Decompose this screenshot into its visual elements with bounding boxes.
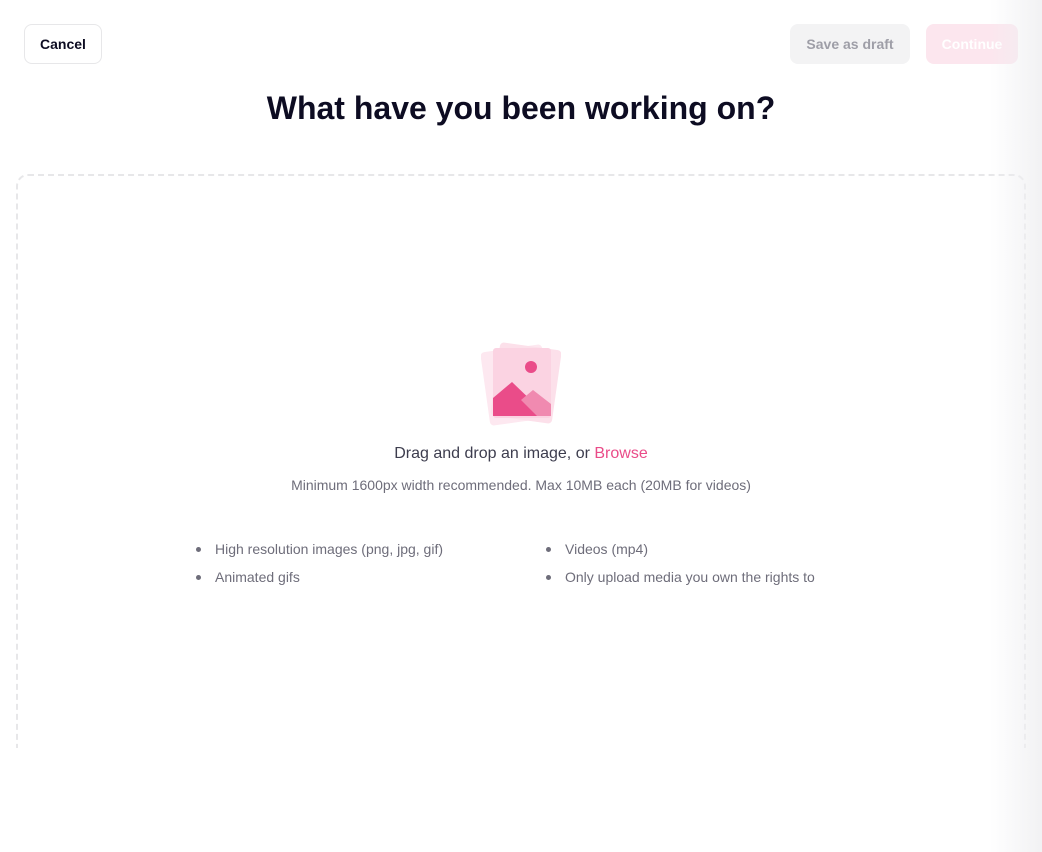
cancel-button[interactable]: Cancel [24,24,102,64]
upload-dropzone[interactable] [16,174,1026,814]
drag-drop-label: Drag and drop an image, or [394,445,595,462]
top-bar: Cancel Save as draft Continue [0,0,1042,88]
upload-hint: Minimum 1600px width recommended. Max 10… [291,477,751,493]
requirements-list-left: High resolution images (png, jpg, gif) A… [195,540,515,596]
continue-button[interactable]: Continue [926,24,1018,64]
browse-link[interactable]: Browse [594,445,647,462]
list-item: Videos (mp4) [545,540,865,568]
bottom-area [0,748,1042,852]
save-as-draft-button[interactable]: Save as draft [790,24,910,64]
list-item: High resolution images (png, jpg, gif) [195,540,515,568]
image-upload-icon [480,340,562,426]
list-item: Only upload media you own the rights to [545,568,865,596]
drag-drop-text: Drag and drop an image, or Browse [0,443,1042,465]
page-title: What have you been working on? [266,90,776,126]
upload-page: Cancel Save as draft Continue What have … [0,0,1042,852]
requirements-list-right: Videos (mp4) Only upload media you own t… [545,540,865,596]
list-item: Animated gifs [195,568,515,596]
